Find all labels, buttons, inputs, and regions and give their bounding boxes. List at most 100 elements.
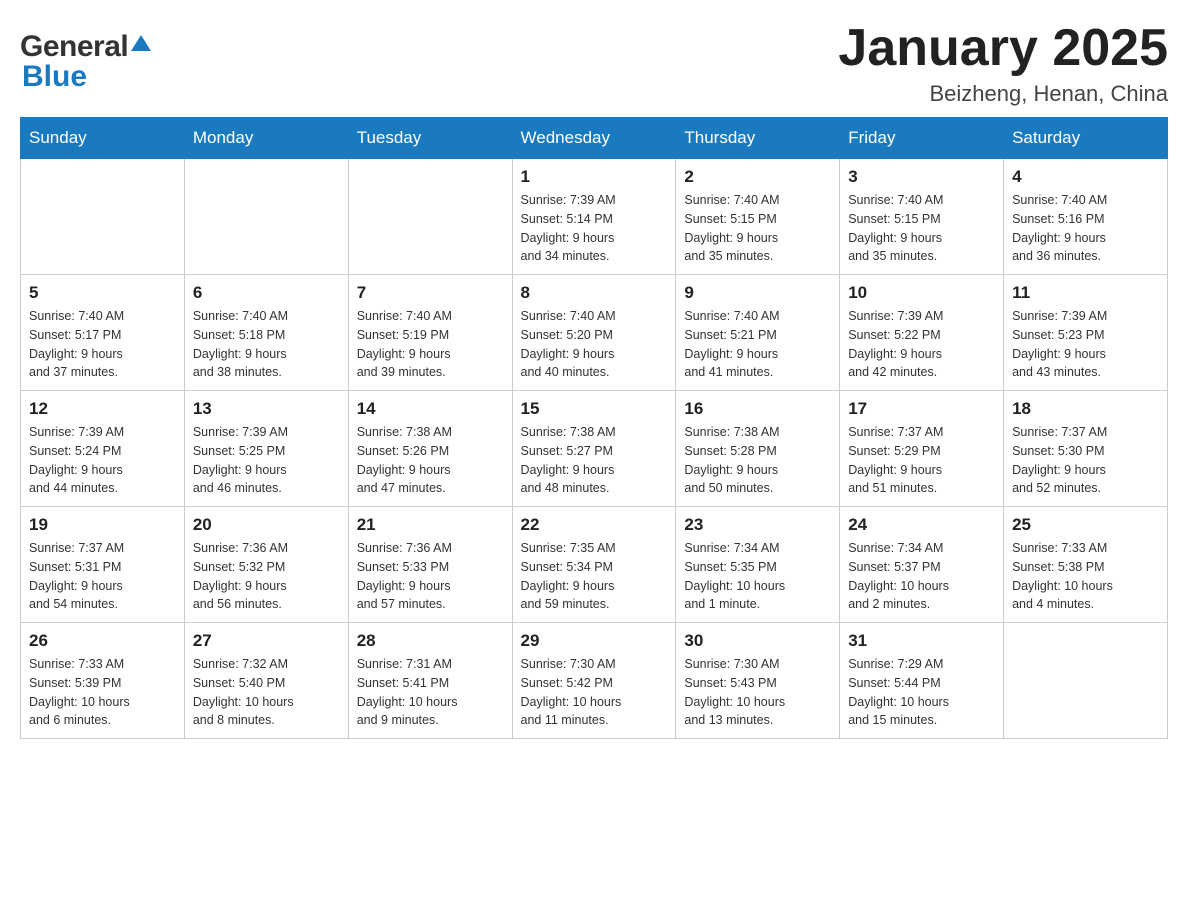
- calendar-empty-cell: [21, 159, 185, 275]
- calendar-day-1: 1 Sunrise: 7:39 AM Sunset: 5:14 PM Daylig…: [512, 159, 676, 275]
- calendar-day-30: 30Sunrise: 7:30 AM Sunset: 5:43 PM Dayli…: [676, 623, 840, 739]
- calendar-day-4: 4Sunrise: 7:40 AM Sunset: 5:16 PM Daylig…: [1004, 159, 1168, 275]
- day-number: 11: [1012, 283, 1159, 303]
- calendar-day-16: 16 Sunrise: 7:38 AM Sunset: 5:28 PM Dayli…: [676, 391, 840, 507]
- logo: General Blue: [20, 20, 151, 104]
- weekday-header-monday: Monday: [184, 118, 348, 159]
- weekday-header-sunday: Sunday: [21, 118, 185, 159]
- day-info: Sunrise: 7:37 AM Sunset: 5:29 PM Dayligh…: [848, 423, 995, 498]
- day-number: 16: [684, 399, 831, 419]
- calendar-day-13: 13 Sunrise: 7:39 AM Sunset: 5:25 PM Dayli…: [184, 391, 348, 507]
- day-number: 2: [684, 167, 831, 187]
- calendar-day-11: 11 Sunrise: 7:39 AM Sunset: 5:23 PM Dayli…: [1004, 275, 1168, 391]
- weekday-header-tuesday: Tuesday: [348, 118, 512, 159]
- calendar-day-20: 20Sunrise: 7:36 AM Sunset: 5:32 PM Dayli…: [184, 507, 348, 623]
- day-number: 17: [848, 399, 995, 419]
- calendar-week-row: 12 Sunrise: 7:39 AM Sunset: 5:24 PM Dayli…: [21, 391, 1168, 507]
- day-number: 27: [193, 631, 340, 651]
- day-info: Sunrise: 7:35 AM Sunset: 5:34 PM Dayligh…: [521, 539, 668, 614]
- weekday-header-saturday: Saturday: [1004, 118, 1168, 159]
- day-info: Sunrise: 7:39 AM Sunset: 5:25 PM Dayligh…: [193, 423, 340, 498]
- day-info: Sunrise: 7:34 AM Sunset: 5:37 PM Dayligh…: [848, 539, 995, 614]
- calendar-day-29: 29 Sunrise: 7:30 AM Sunset: 5:42 PM Dayli…: [512, 623, 676, 739]
- day-info: Sunrise: 7:39 AM Sunset: 5:14 PM Dayligh…: [521, 191, 668, 266]
- day-info: Sunrise: 7:39 AM Sunset: 5:23 PM Dayligh…: [1012, 307, 1159, 382]
- day-info: Sunrise: 7:40 AM Sunset: 5:17 PM Dayligh…: [29, 307, 176, 382]
- weekday-header-friday: Friday: [840, 118, 1004, 159]
- day-info: Sunrise: 7:32 AM Sunset: 5:40 PM Dayligh…: [193, 655, 340, 730]
- calendar-day-26: 26 Sunrise: 7:33 AM Sunset: 5:39 PM Dayli…: [21, 623, 185, 739]
- calendar-week-row: 1 Sunrise: 7:39 AM Sunset: 5:14 PM Daylig…: [21, 159, 1168, 275]
- calendar-day-23: 23 Sunrise: 7:34 AM Sunset: 5:35 PM Dayli…: [676, 507, 840, 623]
- calendar-week-row: 26 Sunrise: 7:33 AM Sunset: 5:39 PM Dayli…: [21, 623, 1168, 739]
- day-info: Sunrise: 7:37 AM Sunset: 5:31 PM Dayligh…: [29, 539, 176, 614]
- calendar-day-6: 6Sunrise: 7:40 AM Sunset: 5:18 PM Daylig…: [184, 275, 348, 391]
- day-number: 8: [521, 283, 668, 303]
- calendar-day-21: 21 Sunrise: 7:36 AM Sunset: 5:33 PM Dayli…: [348, 507, 512, 623]
- day-number: 29: [521, 631, 668, 651]
- day-number: 4: [1012, 167, 1159, 187]
- calendar-day-5: 5 Sunrise: 7:40 AM Sunset: 5:17 PM Daylig…: [21, 275, 185, 391]
- calendar-empty-cell: [184, 159, 348, 275]
- calendar-header-row: SundayMondayTuesdayWednesdayThursdayFrid…: [21, 118, 1168, 159]
- day-info: Sunrise: 7:31 AM Sunset: 5:41 PM Dayligh…: [357, 655, 504, 730]
- calendar-week-row: 19 Sunrise: 7:37 AM Sunset: 5:31 PM Dayli…: [21, 507, 1168, 623]
- day-info: Sunrise: 7:40 AM Sunset: 5:15 PM Dayligh…: [848, 191, 995, 266]
- day-number: 25: [1012, 515, 1159, 535]
- calendar-day-14: 14Sunrise: 7:38 AM Sunset: 5:26 PM Dayli…: [348, 391, 512, 507]
- day-info: Sunrise: 7:38 AM Sunset: 5:27 PM Dayligh…: [521, 423, 668, 498]
- day-info: Sunrise: 7:39 AM Sunset: 5:22 PM Dayligh…: [848, 307, 995, 382]
- day-info: Sunrise: 7:33 AM Sunset: 5:38 PM Dayligh…: [1012, 539, 1159, 614]
- day-number: 31: [848, 631, 995, 651]
- day-info: Sunrise: 7:36 AM Sunset: 5:33 PM Dayligh…: [357, 539, 504, 614]
- calendar-day-12: 12 Sunrise: 7:39 AM Sunset: 5:24 PM Dayli…: [21, 391, 185, 507]
- day-info: Sunrise: 7:40 AM Sunset: 5:20 PM Dayligh…: [521, 307, 668, 382]
- day-number: 18: [1012, 399, 1159, 419]
- weekday-header-wednesday: Wednesday: [512, 118, 676, 159]
- calendar-day-3: 3 Sunrise: 7:40 AM Sunset: 5:15 PM Daylig…: [840, 159, 1004, 275]
- calendar-day-27: 27 Sunrise: 7:32 AM Sunset: 5:40 PM Dayli…: [184, 623, 348, 739]
- calendar-day-17: 17 Sunrise: 7:37 AM Sunset: 5:29 PM Dayli…: [840, 391, 1004, 507]
- day-number: 23: [684, 515, 831, 535]
- calendar-day-19: 19 Sunrise: 7:37 AM Sunset: 5:31 PM Dayli…: [21, 507, 185, 623]
- calendar-table: SundayMondayTuesdayWednesdayThursdayFrid…: [20, 117, 1168, 739]
- day-info: Sunrise: 7:37 AM Sunset: 5:30 PM Dayligh…: [1012, 423, 1159, 498]
- day-number: 3: [848, 167, 995, 187]
- day-number: 19: [29, 515, 176, 535]
- location-title: Beizheng, Henan, China: [838, 81, 1168, 107]
- calendar-day-18: 18 Sunrise: 7:37 AM Sunset: 5:30 PM Dayli…: [1004, 391, 1168, 507]
- day-number: 20: [193, 515, 340, 535]
- calendar-day-8: 8 Sunrise: 7:40 AM Sunset: 5:20 PM Daylig…: [512, 275, 676, 391]
- day-info: Sunrise: 7:30 AM Sunset: 5:42 PM Dayligh…: [521, 655, 668, 730]
- calendar-day-9: 9Sunrise: 7:40 AM Sunset: 5:21 PM Daylig…: [676, 275, 840, 391]
- calendar-day-10: 10 Sunrise: 7:39 AM Sunset: 5:22 PM Dayli…: [840, 275, 1004, 391]
- calendar-day-22: 22 Sunrise: 7:35 AM Sunset: 5:34 PM Dayli…: [512, 507, 676, 623]
- calendar-day-24: 24 Sunrise: 7:34 AM Sunset: 5:37 PM Dayli…: [840, 507, 1004, 623]
- logo-blue-text: Blue: [22, 60, 87, 94]
- month-title: January 2025: [838, 20, 1168, 77]
- calendar-day-31: 31Sunrise: 7:29 AM Sunset: 5:44 PM Dayli…: [840, 623, 1004, 739]
- day-number: 12: [29, 399, 176, 419]
- logo-triangle-icon: [131, 35, 151, 51]
- day-info: Sunrise: 7:40 AM Sunset: 5:19 PM Dayligh…: [357, 307, 504, 382]
- day-info: Sunrise: 7:33 AM Sunset: 5:39 PM Dayligh…: [29, 655, 176, 730]
- day-info: Sunrise: 7:34 AM Sunset: 5:35 PM Dayligh…: [684, 539, 831, 614]
- calendar-week-row: 5 Sunrise: 7:40 AM Sunset: 5:17 PM Daylig…: [21, 275, 1168, 391]
- day-number: 10: [848, 283, 995, 303]
- day-number: 5: [29, 283, 176, 303]
- day-number: 26: [29, 631, 176, 651]
- day-number: 1: [521, 167, 668, 187]
- day-info: Sunrise: 7:30 AM Sunset: 5:43 PM Dayligh…: [684, 655, 831, 730]
- day-number: 21: [357, 515, 504, 535]
- day-number: 13: [193, 399, 340, 419]
- day-number: 24: [848, 515, 995, 535]
- day-info: Sunrise: 7:40 AM Sunset: 5:15 PM Dayligh…: [684, 191, 831, 266]
- day-number: 22: [521, 515, 668, 535]
- calendar-day-15: 15Sunrise: 7:38 AM Sunset: 5:27 PM Dayli…: [512, 391, 676, 507]
- day-info: Sunrise: 7:38 AM Sunset: 5:26 PM Dayligh…: [357, 423, 504, 498]
- calendar-day-2: 2 Sunrise: 7:40 AM Sunset: 5:15 PM Daylig…: [676, 159, 840, 275]
- day-info: Sunrise: 7:40 AM Sunset: 5:21 PM Dayligh…: [684, 307, 831, 382]
- day-number: 6: [193, 283, 340, 303]
- day-info: Sunrise: 7:39 AM Sunset: 5:24 PM Dayligh…: [29, 423, 176, 498]
- day-info: Sunrise: 7:38 AM Sunset: 5:28 PM Dayligh…: [684, 423, 831, 498]
